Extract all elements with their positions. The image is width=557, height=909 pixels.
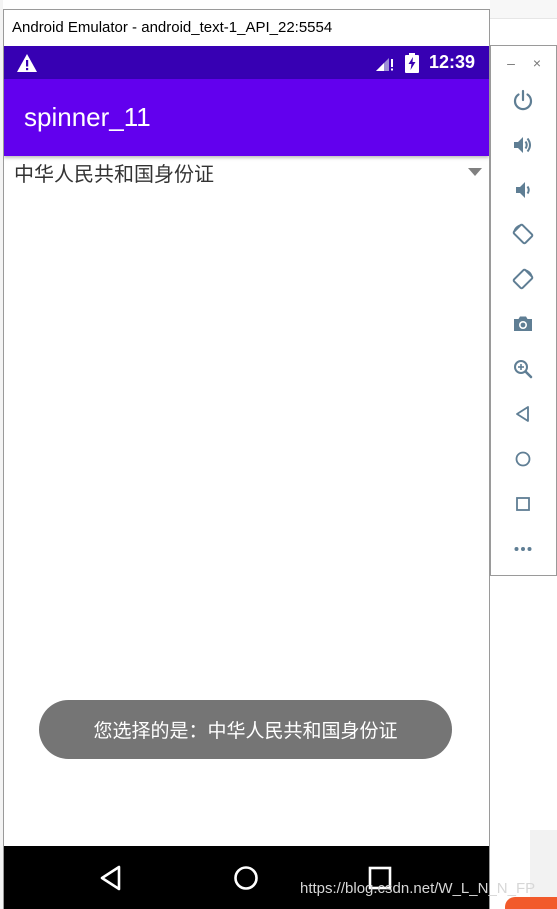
power-icon[interactable] (512, 89, 534, 111)
emulator-window: Android Emulator - android_text-1_API_22… (3, 9, 490, 909)
window-titlebar[interactable]: Android Emulator - android_text-1_API_22… (4, 10, 489, 46)
rotate-right-icon[interactable] (512, 268, 534, 290)
toast-message: 您选择的是：中华人民共和国身份证 (39, 700, 452, 759)
camera-icon[interactable] (512, 313, 534, 335)
volume-up-icon[interactable] (512, 134, 534, 156)
status-bar: 12:39 (4, 46, 489, 79)
emulator-side-panel: – × (490, 45, 557, 576)
rotate-left-icon[interactable] (512, 223, 534, 245)
overview-icon[interactable] (512, 493, 534, 515)
close-button[interactable]: × (530, 56, 544, 70)
volume-down-icon[interactable] (512, 179, 534, 201)
app-title: spinner_11 (24, 102, 151, 132)
desktop-orange-element (505, 897, 557, 909)
device-screen: 12:39 spinner_11 中华人民共和国身份证 您选择的是：中华人民共和… (4, 46, 489, 909)
more-icon[interactable] (512, 538, 534, 560)
battery-icon (405, 53, 419, 73)
status-time: 12:39 (429, 52, 476, 72)
zoom-icon[interactable] (512, 358, 534, 380)
watermark: https://blog.csdn.net/W_L_N_N_FP (300, 880, 536, 897)
spinner-selected-value: 中华人民共和国身份证 (14, 162, 214, 186)
navigation-bar (4, 846, 489, 909)
warning-icon (17, 54, 37, 72)
id-type-spinner[interactable]: 中华人民共和国身份证 (4, 158, 489, 188)
app-bar: spinner_11 (4, 79, 489, 156)
home-icon[interactable] (512, 448, 534, 470)
home-icon[interactable] (231, 863, 261, 893)
desktop-background-top-right (490, 0, 557, 19)
back-icon[interactable] (97, 863, 127, 893)
window-title: Android Emulator - android_text-1_API_22… (12, 19, 333, 36)
toast-text: 您选择的是：中华人民共和国身份证 (93, 720, 398, 742)
minimize-button[interactable]: – (504, 56, 518, 70)
dropdown-arrow-icon (468, 168, 482, 176)
signal-icon (376, 58, 393, 71)
back-icon[interactable] (512, 403, 534, 425)
